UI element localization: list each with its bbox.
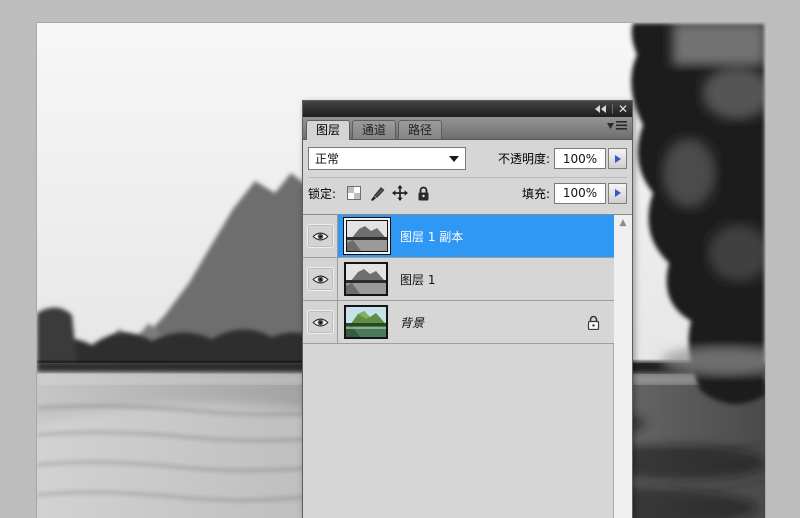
scrollbar[interactable]: ▲ — [613, 215, 632, 518]
opacity-label: 不透明度: — [497, 152, 550, 166]
layer-thumbnail-grayscale[interactable] — [346, 220, 388, 252]
opacity-value: 100% — [562, 151, 598, 166]
layers-panel: ✕ 图层 通道 路径 正常 不透明度: 100% 锁定: 填充: 100% ▲ … — [302, 100, 633, 518]
lock-transparent-pixels-icon[interactable] — [346, 185, 362, 201]
layer-lock-icon — [587, 315, 600, 330]
layer-name: 背景 — [400, 315, 425, 330]
tab-paths[interactable]: 路径 — [398, 120, 443, 139]
layer-thumbnail-grayscale[interactable] — [344, 262, 388, 296]
opacity-slider-button[interactable] — [608, 148, 627, 169]
tab-layers[interactable]: 图层 — [306, 120, 351, 140]
layer-row-layer1[interactable]: 图层 1 — [303, 258, 614, 301]
fill-slider-button[interactable] — [608, 182, 627, 204]
tab-channels[interactable]: 通道 — [352, 120, 397, 139]
eye-icon[interactable] — [306, 224, 334, 248]
eye-icon[interactable] — [306, 267, 334, 291]
fill-label: 填充: — [521, 186, 550, 201]
layer-thumbnail-color[interactable] — [344, 305, 388, 339]
panel-menu-icon[interactable] — [607, 121, 627, 130]
collapse-panel-icon[interactable] — [594, 105, 607, 113]
visibility-cell — [303, 258, 338, 300]
layer-row-layer1-copy[interactable]: 图层 1 副本 — [303, 215, 614, 258]
blend-mode-value: 正常 — [315, 152, 340, 166]
panel-tab-bar: 图层 通道 路径 — [303, 117, 632, 140]
lock-label: 锁定: — [308, 186, 337, 201]
opacity-field[interactable]: 100% — [554, 148, 606, 169]
blend-mode-dropdown[interactable]: 正常 — [308, 147, 466, 170]
panel-title-bar: ✕ — [303, 101, 632, 117]
close-icon[interactable]: ✕ — [618, 103, 628, 115]
panel-controls: 正常 不透明度: 100% 锁定: 填充: 100% — [303, 140, 632, 212]
fill-value: 100% — [562, 186, 598, 200]
arrow-right-icon — [614, 189, 621, 197]
lock-image-pixels-icon[interactable] — [369, 185, 385, 201]
visibility-cell — [303, 301, 338, 343]
lock-all-icon[interactable] — [415, 185, 431, 201]
fill-field[interactable]: 100% — [554, 182, 606, 204]
layer-row-background[interactable]: 背景 — [303, 301, 614, 344]
layer-list: ▲ 图层 1 副本 图层 1 背景 — [303, 214, 632, 518]
chevron-down-icon — [449, 155, 459, 162]
layer-name: 图层 1 副本 — [400, 229, 464, 244]
arrow-right-icon — [614, 154, 621, 163]
scroll-up-icon[interactable]: ▲ — [614, 215, 632, 231]
eye-icon[interactable] — [306, 310, 334, 334]
lock-position-icon[interactable] — [392, 185, 409, 201]
titlebar-divider — [611, 104, 613, 114]
lock-icons-group — [346, 185, 431, 201]
visibility-cell — [303, 215, 338, 257]
layer-name: 图层 1 — [400, 272, 436, 287]
